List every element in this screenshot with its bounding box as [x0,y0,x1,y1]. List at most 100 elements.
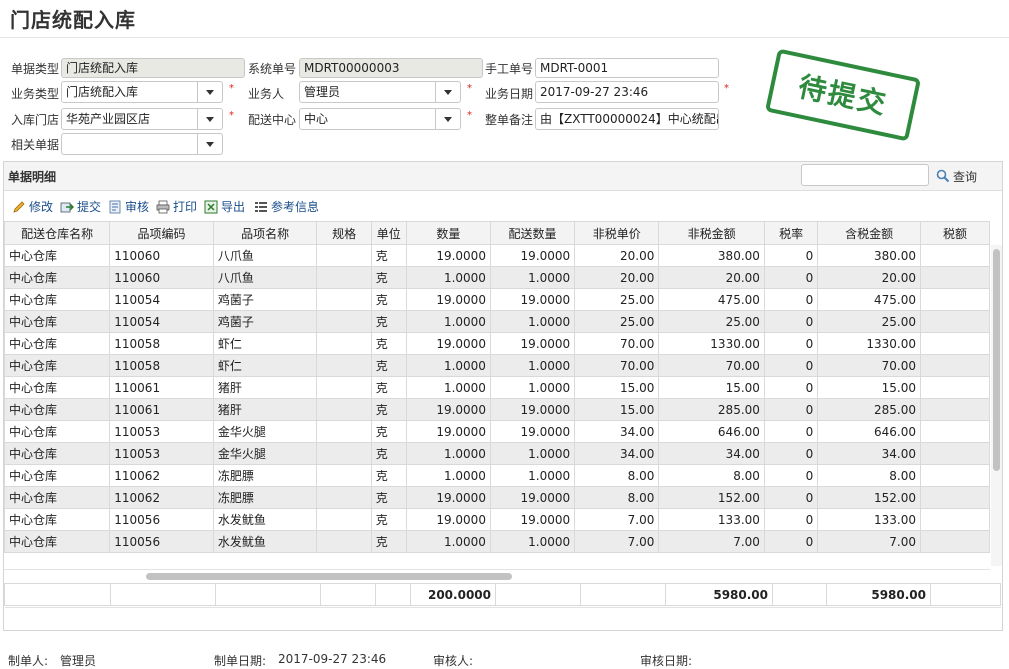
table-row[interactable]: 中心仓库 110062 冻肥膘克 1.0000 1.0000 8.00 8.00 0 8.00 [4,464,990,487]
table-cell [316,398,372,421]
table-row[interactable]: 中心仓库 110056 水发鱿鱼克 1.0000 1.0000 7.00 7.00 0 7.00 [4,530,990,553]
table-cell: 1.0000 [489,530,576,553]
vertical-scroll-thumb[interactable] [993,249,1000,471]
table-body: 中心仓库 110060 八爪鱼克 19.0000 19.0000 20.00 380.00 0… [4,244,990,553]
print-label: 打印 [173,200,198,214]
table-cell: 虾仁 [212,332,318,355]
table-row[interactable]: 中心仓库 110058 虾仁克 1.0000 1.0000 70.00 70.00 0 70.0… [4,354,990,377]
column-header[interactable]: 税额 [919,221,990,245]
table-cell: 20.00 [817,266,921,289]
horizontal-scrollbar[interactable] [4,569,990,582]
totals-table: 200.0000 5980.00 5980.00 [4,583,1001,606]
table-cell: 0 [763,266,819,289]
table-cell: 1.0000 [489,442,576,465]
operator-select[interactable]: 管理员 [299,81,461,103]
reference-info-button[interactable]: 参考信息 [254,198,319,215]
manual-no-input[interactable]: MDRT-0001 [535,58,719,78]
table-cell: 646.00 [817,420,921,443]
chevron-down-icon[interactable] [435,109,460,129]
table-row[interactable]: 中心仓库 110062 冻肥膘克 19.0000 19.0000 8.00 152.00 0 1… [4,486,990,509]
store-select[interactable]: 华苑产业园区店 [61,108,223,130]
table-cell [316,486,372,509]
submit-icon [60,202,74,212]
column-header[interactable]: 数量 [405,221,491,245]
table-row[interactable]: 中心仓库 110060 八爪鱼克 1.0000 1.0000 20.00 20.00 0 20.… [4,266,990,289]
table-row[interactable]: 中心仓库 110053 金华火腿克 1.0000 1.0000 34.00 34.00 0 34… [4,442,990,465]
table-cell: 8.00 [817,464,921,487]
related-doc-select[interactable] [61,133,223,155]
table-row[interactable]: 中心仓库 110060 八爪鱼克 19.0000 19.0000 20.00 380.00 0… [4,244,990,267]
required-mark: * [229,83,234,94]
table-cell: 8.00 [574,486,660,509]
table-cell: 15.00 [574,376,660,399]
audit-button[interactable]: 审核 [108,198,149,215]
search-input[interactable] [801,164,929,186]
table-row[interactable]: 中心仓库 110061 猪肝克 1.0000 1.0000 15.00 15.00 0 15.0… [4,376,990,399]
vertical-scrollbar[interactable] [991,245,1002,566]
sys-no-label: 系统单号 [248,62,297,76]
chevron-down-icon[interactable] [197,82,222,102]
remark-input[interactable]: 由【ZXTT00000024】中心统配出库 [535,108,719,130]
store-value: 华苑产业园区店 [66,112,151,126]
table-row[interactable]: 中心仓库 110054 鸡菌子克 19.0000 19.0000 25.00 475.00 0… [4,288,990,311]
table-cell: 110058 [109,332,214,355]
query-button[interactable]: 查询 [936,166,977,186]
column-header[interactable]: 含税金额 [817,221,921,245]
table-cell: 34.00 [658,442,765,465]
column-header[interactable]: 品项名称 [212,221,318,245]
table-cell: 1.0000 [405,376,491,399]
table-cell: 110060 [109,244,214,267]
chevron-down-icon[interactable] [435,82,460,102]
table-cell [919,530,990,553]
table-cell: 133.00 [817,508,921,531]
horizontal-scroll-thumb[interactable] [146,573,512,580]
biz-type-select[interactable]: 门店统配入库 [61,81,223,103]
table-row[interactable]: 中心仓库 110054 鸡菌子克 1.0000 1.0000 25.00 25.00 0 25.… [4,310,990,333]
submit-button[interactable]: 提交 [60,198,101,215]
table-cell: 1.0000 [405,530,491,553]
table-cell: 0 [763,332,819,355]
column-header[interactable]: 规格 [316,221,372,245]
table-cell [919,464,990,487]
export-button[interactable]: 导出 [204,198,245,215]
table-cell: 1.0000 [405,266,491,289]
table-cell: 冻肥膘 [212,464,318,487]
column-header[interactable]: 单位 [370,221,407,245]
column-header[interactable]: 非税单价 [574,221,660,245]
column-header[interactable]: 非税金额 [658,221,765,245]
edit-button[interactable]: 修改 [12,198,53,215]
sys-no-field: MDRT00000003 [299,58,483,78]
table-row[interactable]: 中心仓库 110061 猪肝克 19.0000 19.0000 15.00 285.00 0 2… [4,398,990,421]
create-date-label: 制单日期: [214,654,267,668]
table-cell: 水发鱿鱼 [212,530,318,553]
pencil-icon [13,200,25,213]
table-cell: 19.0000 [405,288,491,311]
table-cell: 110062 [109,486,214,509]
table-cell: 70.00 [817,354,921,377]
column-header[interactable]: 配送仓库名称 [4,221,111,245]
table-cell: 中心仓库 [4,464,111,487]
chevron-down-icon[interactable] [197,109,222,129]
table-cell: 0 [763,420,819,443]
biz-date-input[interactable]: 2017-09-27 23:46 [535,81,719,103]
total-cell: 200.0000 [410,583,496,606]
dist-center-select[interactable]: 中心 [299,108,461,130]
table-cell [919,244,990,267]
table-row[interactable]: 中心仓库 110058 虾仁克 19.0000 19.0000 70.00 1330.00 0… [4,332,990,355]
table-cell [316,442,372,465]
print-button[interactable]: 打印 [156,198,197,215]
operator-label: 业务人 [248,87,285,101]
column-header[interactable]: 税率 [763,221,819,245]
column-header[interactable]: 配送数量 [489,221,576,245]
detail-table: 配送仓库名称 品项编码 品项名称 规格 单位 数量 配送数量 非税单价 非税金额 税率 含税金额 税额… [4,221,990,553]
submit-label: 提交 [77,200,102,214]
totals-bar: 200.0000 5980.00 5980.00 [4,583,1001,606]
table-cell: 1.0000 [405,310,491,333]
column-header[interactable]: 品项编码 [109,221,214,245]
table-row[interactable]: 中心仓库 110056 水发鱿鱼克 19.0000 19.0000 7.00 133.00 0… [4,508,990,531]
biz-type-value: 门店统配入库 [66,85,139,99]
table-row[interactable]: 中心仓库 110053 金华火腿克 19.0000 19.0000 34.00 646.00… [4,420,990,443]
chevron-down-icon[interactable] [197,134,222,154]
table-cell: 中心仓库 [4,420,111,443]
table-cell: 中心仓库 [4,530,111,553]
